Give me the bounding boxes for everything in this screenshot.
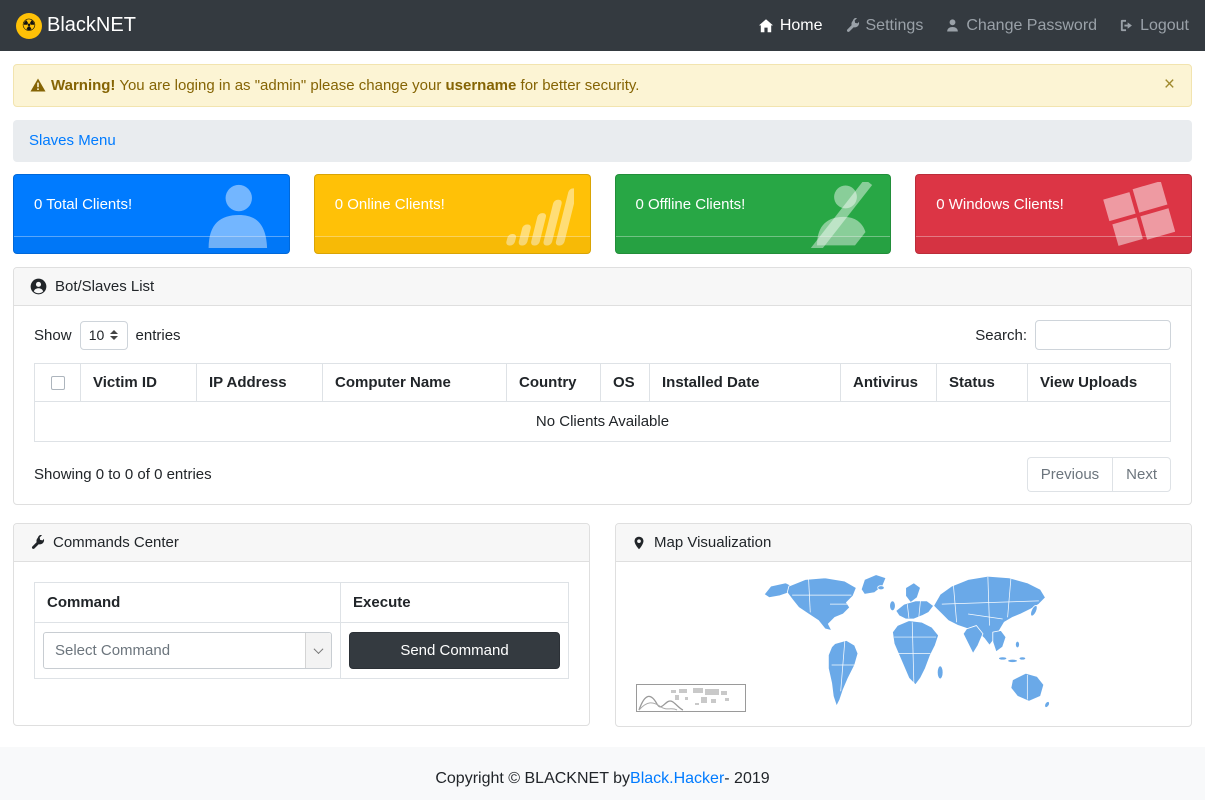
table-header-row: Victim ID IP Address Computer Name Count… xyxy=(35,364,1171,402)
bot-list-header: Bot/Slaves List xyxy=(14,268,1191,306)
stat-card-label: 0 Offline Clients! xyxy=(636,196,746,213)
stat-card-offline-clients: 0 Offline Clients! xyxy=(615,174,892,254)
col-command: Command xyxy=(35,583,341,623)
warning-triangle-icon xyxy=(30,78,46,92)
col-victim-id: Victim ID xyxy=(81,364,197,402)
commands-center-title: Commands Center xyxy=(53,534,179,551)
main-content: Warning! You are loging in as "admin" pl… xyxy=(0,51,1205,727)
entries-summary: Showing 0 to 0 of 0 entries xyxy=(34,466,212,483)
search-label: Search: xyxy=(975,327,1027,344)
select-spinner-icon xyxy=(110,330,118,340)
slaves-menu-link[interactable]: Slaves Menu xyxy=(29,132,116,149)
show-label: Show xyxy=(34,327,72,344)
bot-list-table: Victim ID IP Address Computer Name Count… xyxy=(34,363,1171,442)
col-antivirus: Antivirus xyxy=(841,364,937,402)
author-link[interactable]: Black.Hacker xyxy=(630,770,724,788)
stat-card-label: 0 Total Clients! xyxy=(34,196,132,213)
empty-message: No Clients Available xyxy=(35,402,1171,442)
stat-card-footer xyxy=(315,236,590,253)
stat-card-online-clients: 0 Online Clients! xyxy=(314,174,591,254)
bot-list-panel: Bot/Slaves List Show 10 entries Search: xyxy=(13,267,1192,505)
stat-card-footer xyxy=(916,236,1191,253)
breadcrumb: Slaves Menu xyxy=(13,120,1192,162)
search-box: Search: xyxy=(975,320,1171,350)
bot-list-body: Show 10 entries Search: xyxy=(14,306,1191,504)
command-select-value: Select Command xyxy=(55,642,170,659)
table-controls: Show 10 entries Search: xyxy=(34,320,1171,350)
copyright-text-1: Copyright © BLACKNET by xyxy=(435,770,630,788)
stat-card-label: 0 Online Clients! xyxy=(335,196,445,213)
user-circle-icon xyxy=(30,278,47,295)
nav-item-change-password[interactable]: Change Password xyxy=(945,17,1097,35)
col-country: Country xyxy=(507,364,601,402)
col-os: OS xyxy=(601,364,650,402)
nav-links: Home Settings Change Password Logout xyxy=(758,17,1189,35)
commands-center-header: Commands Center xyxy=(14,524,589,562)
wrench-icon xyxy=(30,535,45,550)
stat-card-total-clients: 0 Total Clients! xyxy=(13,174,290,254)
col-view-uploads: View Uploads xyxy=(1028,364,1171,402)
bottom-row: Commands Center Command Execute xyxy=(13,523,1192,727)
stat-card-label: 0 Windows Clients! xyxy=(936,196,1064,213)
show-entries: Show 10 entries xyxy=(34,321,181,350)
send-command-button[interactable]: Send Command xyxy=(349,632,560,669)
commands-table: Command Execute Select Command xyxy=(34,582,569,679)
map-panel: Map Visualization xyxy=(615,523,1192,727)
alert-text-2: for better security. xyxy=(516,77,639,94)
world-map xyxy=(754,568,1054,716)
top-navbar: ☢ BlackNET Home Settings Change Password… xyxy=(0,0,1205,51)
map-overview-minimap[interactable] xyxy=(636,684,746,712)
col-computer-name: Computer Name xyxy=(323,364,507,402)
user-icon xyxy=(945,18,960,33)
blacknet-dashboard: ☢ BlackNET Home Settings Change Password… xyxy=(0,0,1205,800)
stat-card-footer xyxy=(14,236,289,253)
nav-item-settings[interactable]: Settings xyxy=(845,17,924,35)
select-all-checkbox[interactable] xyxy=(51,376,65,390)
page-size-select[interactable]: 10 xyxy=(80,321,128,350)
col-installed-date: Installed Date xyxy=(650,364,841,402)
table-footer: Showing 0 to 0 of 0 entries Previous Nex… xyxy=(34,457,1171,492)
alert-title: Warning! xyxy=(51,77,115,94)
radiation-logo-icon: ☢ xyxy=(16,13,42,39)
map-panel-title: Map Visualization xyxy=(654,534,771,551)
stat-cards-row: 0 Total Clients! 0 Online Clients! xyxy=(13,174,1192,254)
map-body[interactable] xyxy=(616,568,1191,726)
brand[interactable]: ☢ BlackNET xyxy=(16,13,136,39)
entries-label: entries xyxy=(136,327,181,344)
col-ip-address: IP Address xyxy=(197,364,323,402)
map-marker-icon xyxy=(632,535,646,551)
nav-item-home[interactable]: Home xyxy=(758,17,823,35)
alert-highlight: username xyxy=(445,77,516,94)
nav-item-logout[interactable]: Logout xyxy=(1119,17,1189,35)
next-page-button[interactable]: Next xyxy=(1112,457,1171,492)
alert-text-1: You are loging in as "admin" please chan… xyxy=(115,77,445,94)
stat-card-windows-clients: 0 Windows Clients! xyxy=(915,174,1192,254)
home-icon xyxy=(758,18,774,34)
minimap-graphic xyxy=(637,685,745,711)
search-input[interactable] xyxy=(1035,320,1171,350)
command-select[interactable]: Select Command xyxy=(43,632,332,669)
stat-card-footer xyxy=(616,236,891,253)
page-footer: Copyright © BLACKNET by Black.Hacker - 2… xyxy=(0,747,1205,800)
col-execute: Execute xyxy=(341,583,569,623)
col-status: Status xyxy=(937,364,1028,402)
select-arrow-icon xyxy=(305,633,331,668)
wrench-icon xyxy=(845,18,860,33)
bot-list-title: Bot/Slaves List xyxy=(55,278,154,295)
warning-alert: Warning! You are loging in as "admin" pl… xyxy=(13,64,1192,107)
pagination: Previous Next xyxy=(1027,457,1171,492)
copyright-text-2: - 2019 xyxy=(724,770,769,788)
commands-center-panel: Commands Center Command Execute xyxy=(13,523,590,726)
page-size-value: 10 xyxy=(89,327,105,343)
logout-icon xyxy=(1119,18,1134,33)
alert-close-button[interactable]: × xyxy=(1164,75,1175,94)
brand-name: BlackNET xyxy=(47,14,136,37)
previous-page-button[interactable]: Previous xyxy=(1027,457,1112,492)
commands-center-body: Command Execute Select Command xyxy=(14,562,589,725)
empty-row: No Clients Available xyxy=(35,402,1171,442)
map-panel-header: Map Visualization xyxy=(616,524,1191,562)
